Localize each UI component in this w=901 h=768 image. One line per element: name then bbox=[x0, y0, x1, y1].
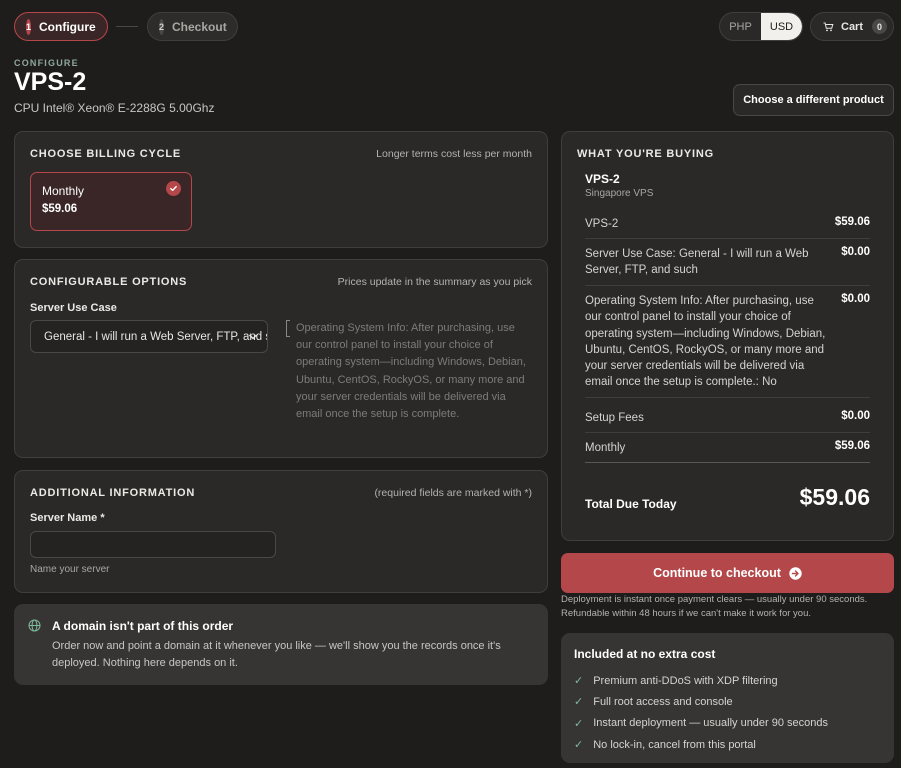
summary-product-name: VPS-2 bbox=[585, 172, 620, 186]
checkout-fine-print: Deployment is instant once payment clear… bbox=[561, 594, 868, 619]
feature-text: Full root access and console bbox=[593, 695, 733, 708]
checkmark-icon: ✓ bbox=[574, 696, 584, 709]
checkmark-icon: ✓ bbox=[574, 717, 584, 730]
checkmark-icon: ✓ bbox=[574, 675, 584, 688]
list-item: ✓ Full root access and console bbox=[574, 691, 828, 712]
check-icon bbox=[166, 181, 181, 196]
billing-cycle-note: Longer terms cost less per month bbox=[376, 148, 532, 160]
page-title: VPS-2 bbox=[14, 68, 87, 96]
additional-information-note: (required fields are marked with *) bbox=[374, 487, 532, 499]
checkmark-icon: ✓ bbox=[574, 739, 584, 752]
order-summary-card: WHAT YOU'RE BUYING VPS-2 Singapore VPS V… bbox=[561, 131, 894, 541]
billing-option-name: Monthly bbox=[42, 184, 85, 198]
cart-button[interactable]: Cart 0 bbox=[810, 12, 894, 41]
choose-different-product-button[interactable]: Choose a different product bbox=[733, 84, 894, 116]
summary-line: Setup Fees $0.00 bbox=[585, 410, 870, 426]
step-configure[interactable]: 1 Configure bbox=[14, 12, 108, 41]
billing-option-monthly[interactable]: Monthly $59.06 bbox=[30, 172, 192, 231]
summary-divider bbox=[585, 238, 870, 239]
configurable-options-note: Prices update in the summary as you pick bbox=[337, 276, 532, 288]
continue-to-checkout-button[interactable]: Continue to checkout bbox=[561, 553, 894, 593]
summary-line: Operating System Info: After purchasing,… bbox=[585, 293, 870, 391]
cart-count-badge: 0 bbox=[872, 19, 888, 34]
summary-line-label: Operating System Info: After purchasing,… bbox=[585, 295, 826, 389]
total-due-label: Total Due Today bbox=[585, 497, 677, 511]
server-use-case-value: General - I will run a Web Server, FTP, … bbox=[44, 330, 268, 343]
step-label: Configure bbox=[39, 19, 96, 34]
list-item: ✓ Premium anti-DDoS with XDP filtering bbox=[574, 670, 828, 691]
server-name-input[interactable] bbox=[30, 531, 276, 558]
step-number: 2 bbox=[159, 18, 165, 35]
additional-information-card: ADDITIONAL INFORMATION (required fields … bbox=[14, 470, 548, 593]
summary-line-label: VPS-2 bbox=[585, 218, 619, 230]
domain-notice-title: A domain isn't part of this order bbox=[52, 619, 234, 633]
server-use-case-select[interactable]: General - I will run a Web Server, FTP, … bbox=[30, 320, 268, 353]
summary-line: VPS-2 $59.06 bbox=[585, 216, 870, 232]
currency-option-usd[interactable]: USD bbox=[761, 13, 802, 40]
list-item: ✓ Instant deployment — usually under 90 s… bbox=[574, 713, 828, 734]
feature-text: Instant deployment — usually under 90 se… bbox=[593, 717, 829, 730]
billing-cycle-card: CHOOSE BILLING CYCLE Longer terms cost l… bbox=[14, 131, 548, 248]
os-info-bracket bbox=[286, 320, 290, 337]
list-item: ✓ No lock-in, cancel from this portal bbox=[574, 734, 828, 755]
chevron-down-icon bbox=[248, 334, 258, 340]
summary-line: Monthly $59.06 bbox=[585, 440, 870, 456]
included-features-title: Included at no extra cost bbox=[574, 647, 716, 661]
included-features-list: ✓ Premium anti-DDoS with XDP filtering ✓ F… bbox=[574, 670, 828, 755]
currency-toggle: PHP USD bbox=[719, 12, 803, 41]
domain-notice: A domain isn't part of this order Order … bbox=[14, 604, 548, 685]
server-name-label: Server Name * bbox=[30, 512, 105, 524]
summary-line-label: Server Use Case: General - I will run a … bbox=[585, 248, 809, 277]
cart-label: Cart bbox=[841, 20, 864, 33]
additional-information-heading: ADDITIONAL INFORMATION bbox=[30, 487, 196, 499]
summary-product-group: Singapore VPS bbox=[585, 188, 654, 199]
summary-line-value: $59.06 bbox=[834, 216, 870, 228]
feature-text: Premium anti-DDoS with XDP filtering bbox=[593, 674, 778, 687]
step-number: 1 bbox=[26, 18, 32, 35]
domain-notice-text: Order now and point a domain at it whene… bbox=[52, 640, 501, 669]
product-subtitle: CPU Intel® Xeon® E-2288G 5.00Ghz bbox=[14, 101, 215, 115]
step-connector bbox=[116, 26, 138, 27]
summary-divider bbox=[585, 432, 870, 433]
globe-icon bbox=[28, 619, 41, 632]
os-info-text: Operating System Info: After purchasing,… bbox=[296, 322, 526, 421]
billing-cycle-heading: CHOOSE BILLING CYCLE bbox=[30, 148, 182, 160]
server-use-case-label: Server Use Case bbox=[30, 302, 117, 314]
order-summary-heading: WHAT YOU'RE BUYING bbox=[577, 148, 715, 160]
feature-text: No lock-in, cancel from this portal bbox=[593, 738, 756, 751]
summary-divider bbox=[585, 285, 870, 286]
currency-option-php[interactable]: PHP bbox=[720, 13, 761, 40]
summary-line-label: Setup Fees bbox=[585, 412, 644, 424]
total-due-value: $59.06 bbox=[799, 484, 870, 510]
summary-divider bbox=[585, 462, 870, 463]
summary-line-value: $0.00 bbox=[841, 410, 870, 422]
continue-to-checkout-label: Continue to checkout bbox=[653, 566, 781, 580]
cart-icon bbox=[823, 22, 834, 31]
included-features-card: Included at no extra cost ✓ Premium anti-… bbox=[561, 633, 894, 763]
summary-line-value: $59.06 bbox=[834, 440, 870, 452]
billing-option-price: $59.06 bbox=[42, 203, 78, 215]
step-label: Checkout bbox=[172, 19, 227, 34]
page-eyebrow: CONFIGURE bbox=[14, 58, 79, 68]
step-checkout[interactable]: 2 Checkout bbox=[147, 12, 238, 41]
summary-line-value: $0.00 bbox=[841, 246, 870, 258]
summary-line-label: Monthly bbox=[585, 442, 626, 454]
arrow-right-circle-icon bbox=[789, 566, 802, 580]
configurable-options-heading: CONFIGURABLE OPTIONS bbox=[30, 276, 188, 288]
summary-line: Server Use Case: General - I will run a … bbox=[585, 246, 870, 280]
server-name-hint: Name your server bbox=[30, 564, 110, 575]
configurable-options-card: CONFIGURABLE OPTIONS Prices update in th… bbox=[14, 259, 548, 458]
summary-line-value: $0.00 bbox=[841, 293, 870, 305]
summary-divider bbox=[585, 397, 870, 398]
